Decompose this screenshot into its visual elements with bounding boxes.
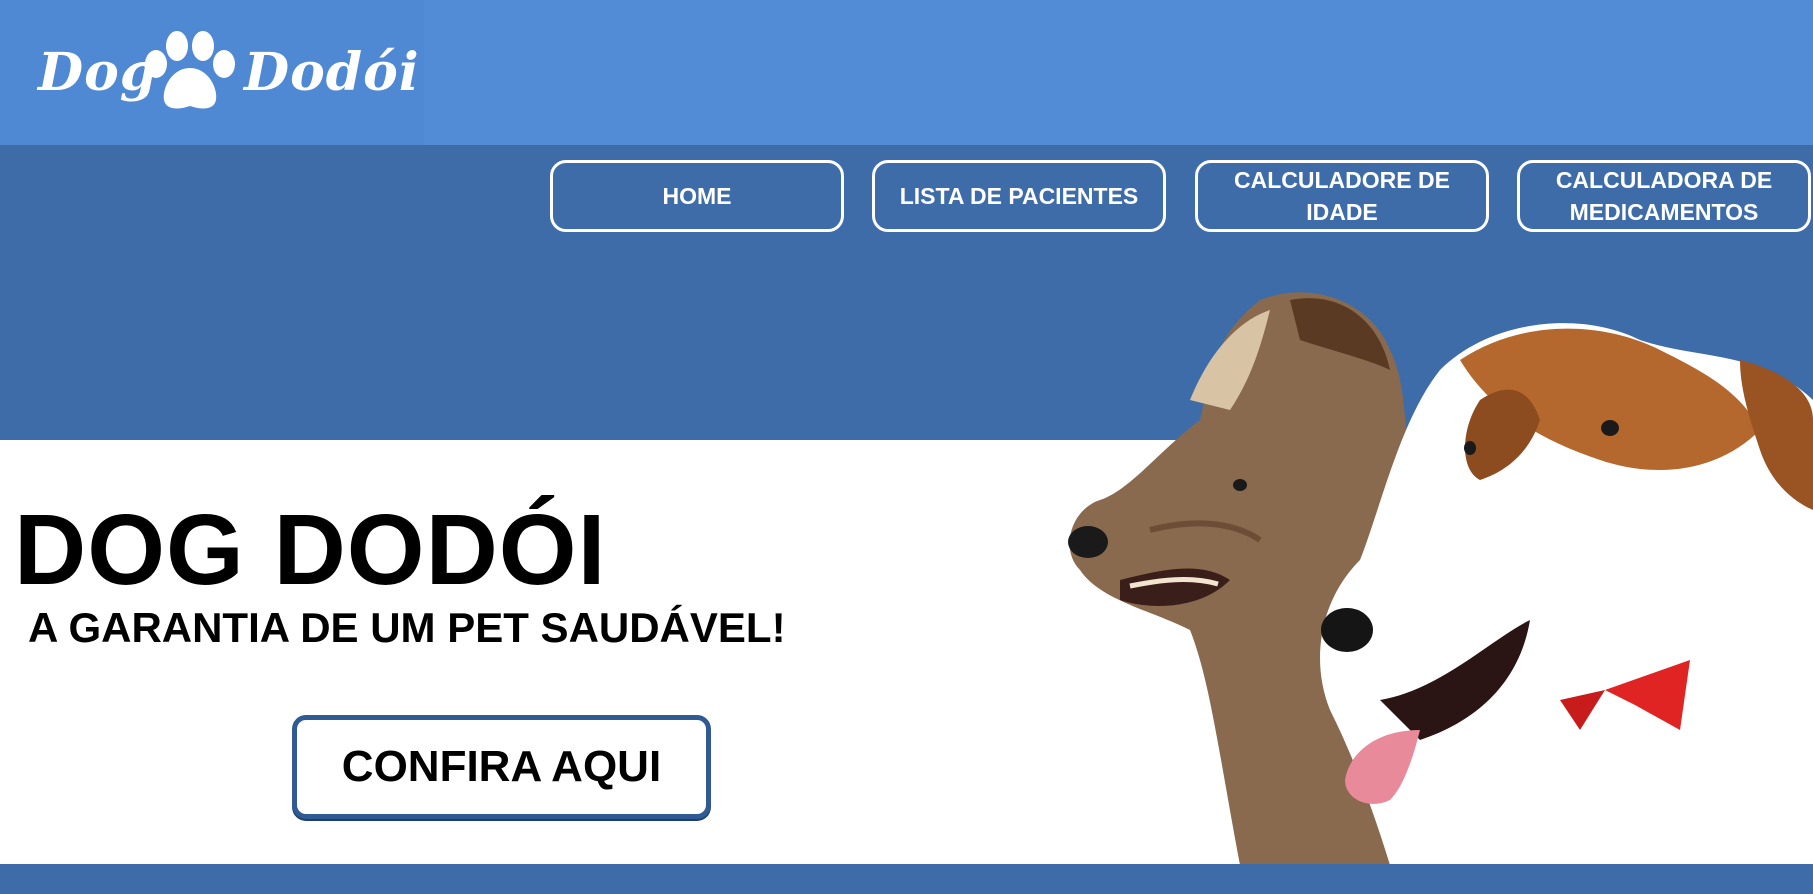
nav-calculadora-idade-button[interactable]: CALCULADORE DE IDADE (1195, 160, 1489, 232)
footer-bar (0, 864, 1813, 894)
nav-lista-pacientes-button[interactable]: LISTA DE PACIENTES (872, 160, 1166, 232)
logo-word-dog: Dog (38, 42, 158, 103)
nav-idade-label-line1: CALCULADORE DE (1234, 167, 1450, 193)
paw-icon (145, 31, 235, 109)
top-header: Dog Dodói (0, 0, 1813, 145)
nav-med-label-line2: MEDICAMENTOS (1569, 199, 1759, 225)
nav-lista-label: LISTA DE PACIENTES (899, 183, 1139, 209)
nav-idade-label-line2: IDADE (1306, 199, 1378, 225)
confira-aqui-button[interactable]: CONFIRA AQUI (292, 715, 711, 819)
nav-home-button[interactable]: HOME (550, 160, 844, 232)
two-dogs-photo (1068, 292, 1813, 865)
logo-word-dodoi: Dodói (244, 42, 420, 103)
nav-calculadora-medicamentos-button[interactable]: CALCULADORA DE MEDICAMENTOS (1517, 160, 1811, 232)
nav-home-label: HOME (662, 183, 732, 209)
logo[interactable]: Dog Dodói (0, 0, 424, 145)
hero-subtitle: A GARANTIA DE UM PET SAUDÁVEL! (28, 604, 786, 651)
nav-med-label-line1: CALCULADORA DE (1555, 167, 1773, 193)
hero-title: DOG DODÓI (14, 494, 607, 606)
